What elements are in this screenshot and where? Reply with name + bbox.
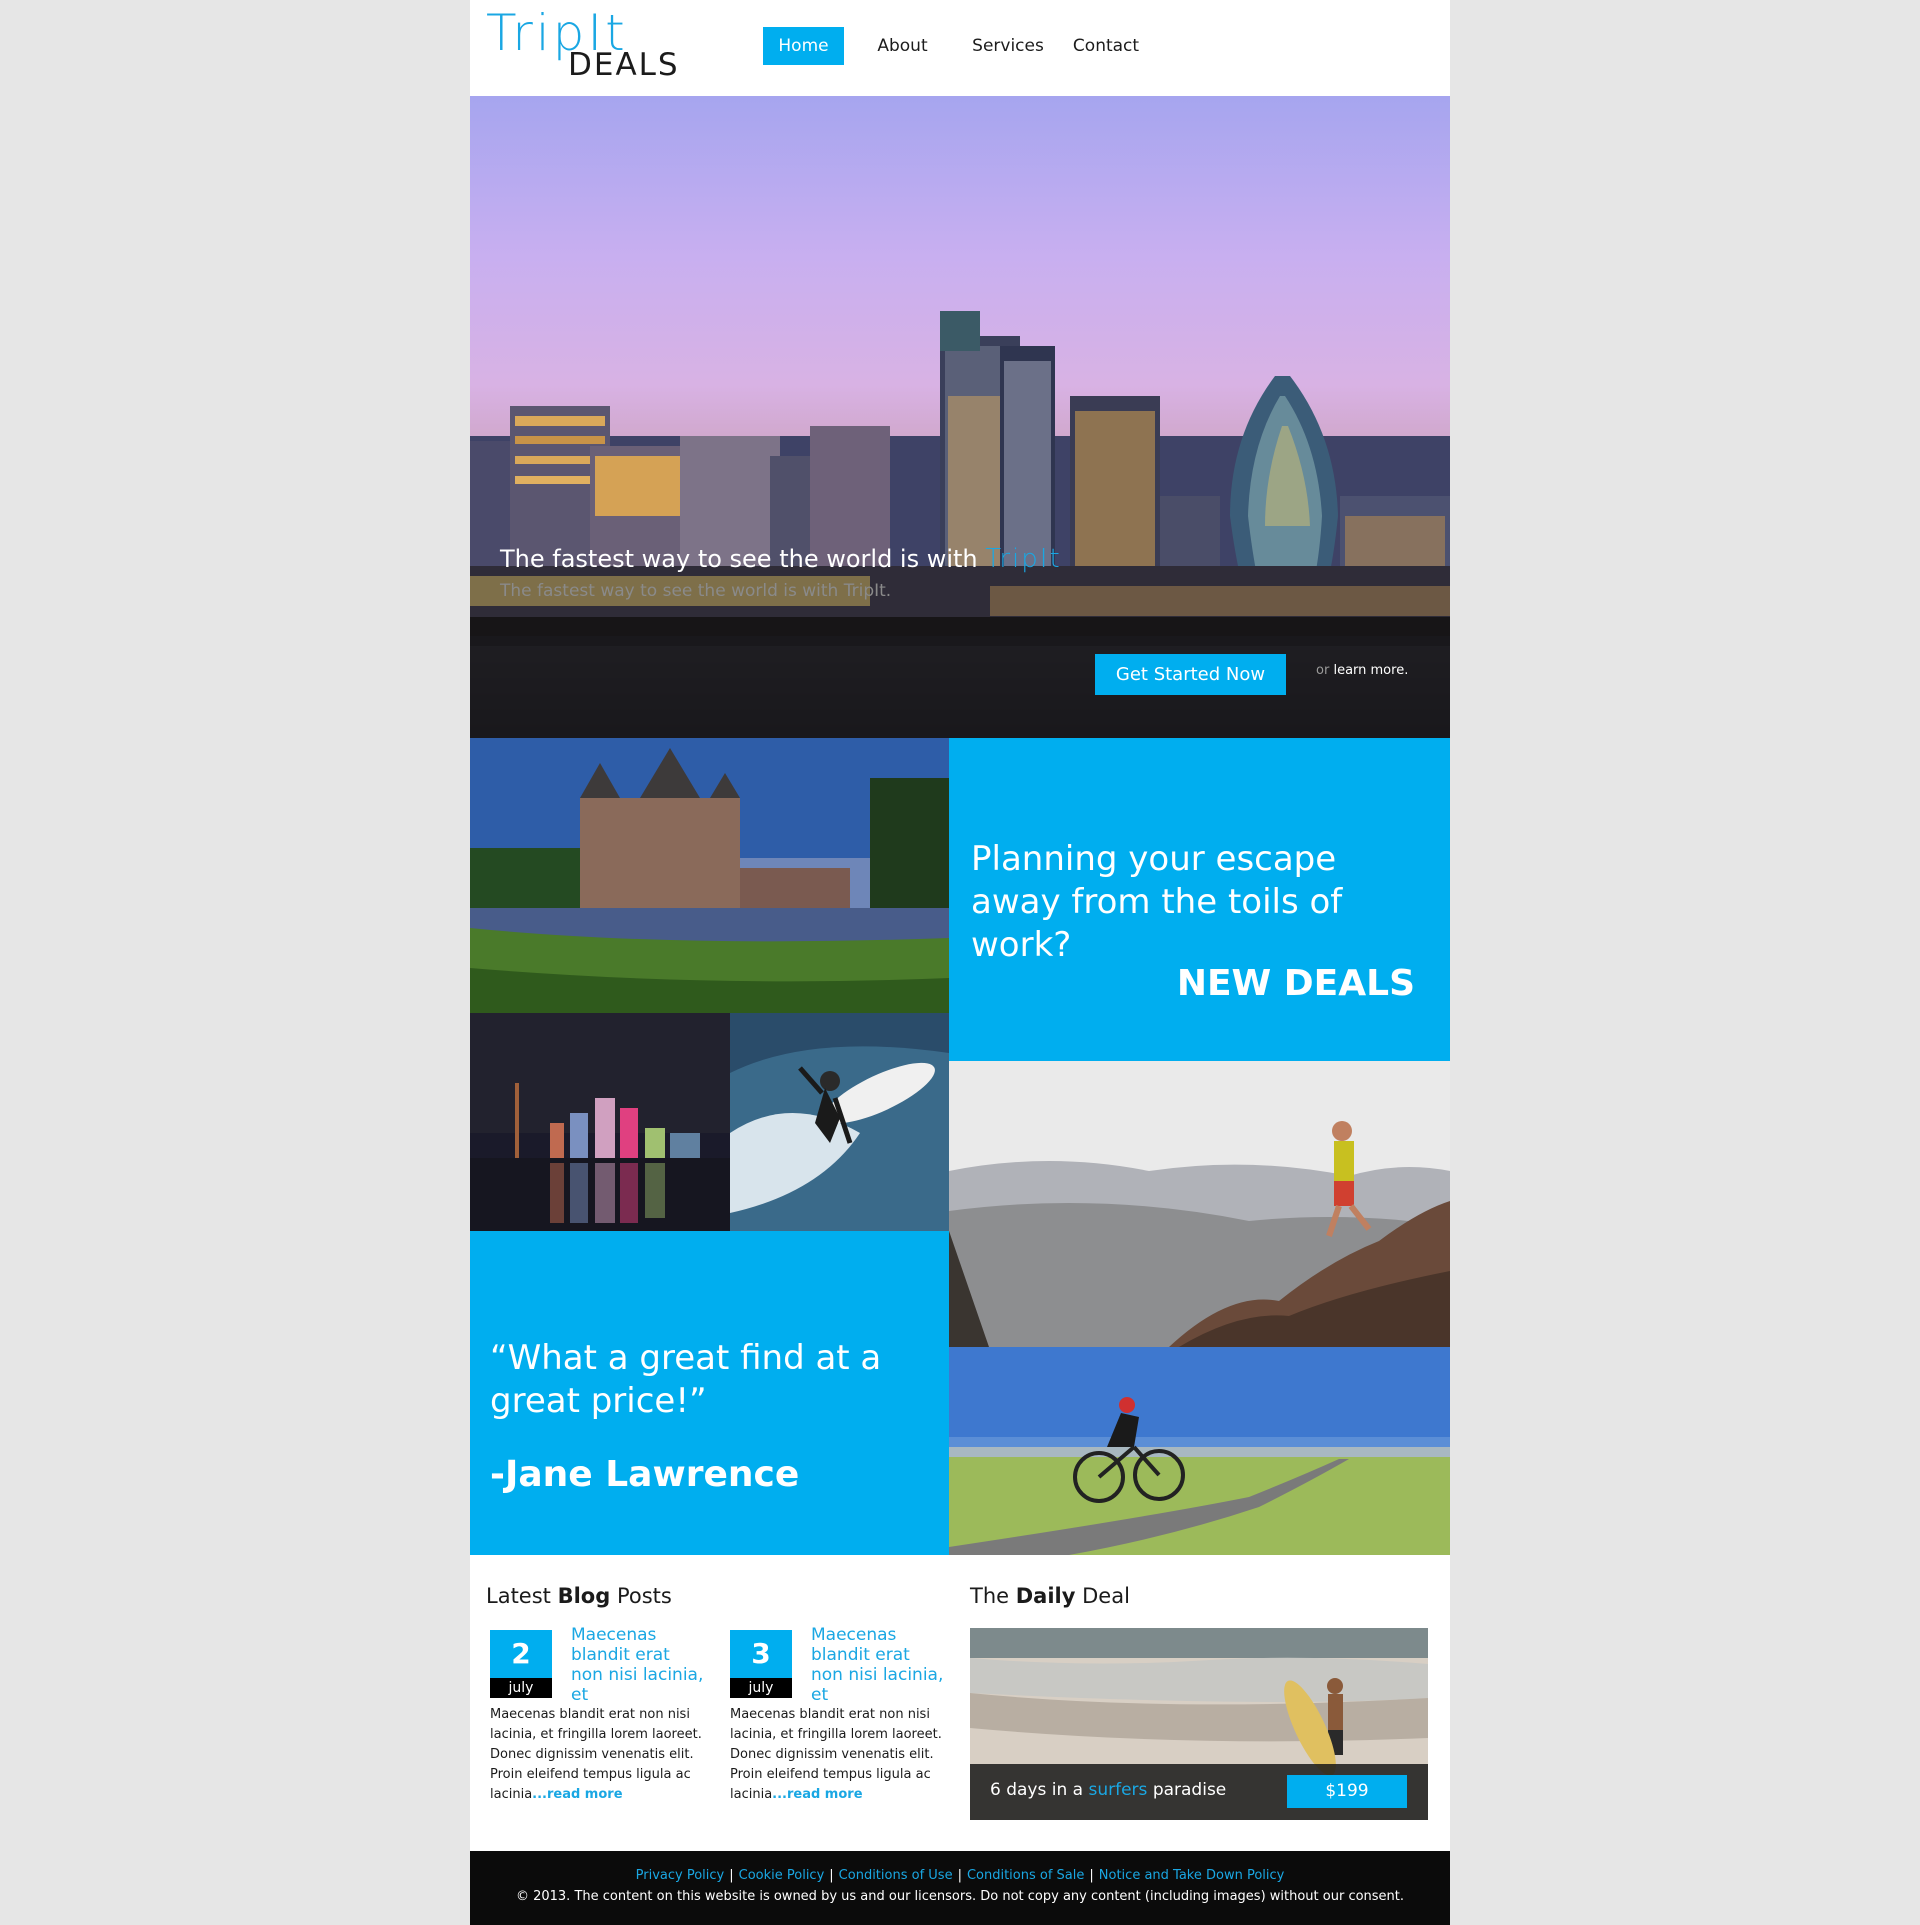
night-city-photo[interactable] [470, 1013, 730, 1231]
read-more-link[interactable]: ...read more [772, 1787, 862, 1802]
deal-description: 6 days in a surfers paradise [990, 1780, 1226, 1800]
footer-separator: | [1089, 1868, 1094, 1883]
blog-title-prefix: Latest [486, 1584, 551, 1608]
new-deals-promo[interactable]: Planning your escape away from the toils… [949, 738, 1450, 1061]
hiker-image [949, 1061, 1450, 1347]
logo-deals-text: DEALS [568, 47, 680, 83]
post-title-link[interactable]: Maecenas blandit erat non nisi lacinia, … [811, 1625, 946, 1705]
post-excerpt: Maecenas blandit erat non nisi lacinia, … [730, 1705, 945, 1805]
surfer-photo[interactable] [730, 1013, 949, 1231]
cyclist-photo[interactable] [949, 1347, 1450, 1555]
deal-title-suffix: Deal [1082, 1584, 1130, 1608]
new-deals-label[interactable]: NEW DEALS [1177, 963, 1415, 1004]
hiker-photo[interactable] [949, 1061, 1450, 1347]
tripit-deals-logo[interactable]: TripIt DEALS [486, 8, 706, 84]
blog-title-suffix: Posts [616, 1584, 672, 1608]
post-date-day: 3 [730, 1630, 792, 1678]
deal-text-prefix: 6 days in a [990, 1780, 1084, 1800]
privacy-policy-link[interactable]: Privacy Policy [636, 1868, 725, 1883]
footer-separator: | [957, 1868, 962, 1883]
testimonial-author: -Jane Lawrence [490, 1454, 800, 1495]
blog-title-bold: Blog [557, 1584, 611, 1608]
footer-separator: | [829, 1868, 834, 1883]
cyclist-image [949, 1347, 1450, 1555]
testimonial-panel: “What a great find at a great price!” -J… [470, 1231, 949, 1555]
hero-headline: The fastest way to see the world is with… [500, 544, 1062, 574]
hero-banner [470, 96, 1450, 738]
notice-takedown-link[interactable]: Notice and Take Down Policy [1099, 1868, 1285, 1883]
read-more-link[interactable]: ...read more [532, 1787, 622, 1802]
learn-more-link[interactable]: learn more. [1333, 663, 1408, 678]
conditions-of-sale-link[interactable]: Conditions of Sale [967, 1868, 1084, 1883]
post-date-month: july [490, 1678, 552, 1698]
footer-links: Privacy Policy | Cookie Policy | Conditions … [470, 1868, 1450, 1883]
daily-deal-section-title: The Daily Deal [970, 1584, 1130, 1608]
cookie-policy-link[interactable]: Cookie Policy [739, 1868, 825, 1883]
deal-title-bold: Daily [1015, 1584, 1076, 1608]
nav-services[interactable]: Services [963, 27, 1053, 65]
castle-image [470, 738, 949, 1013]
castle-photo[interactable] [470, 738, 949, 1013]
planning-headline: Planning your escape away from the toils… [971, 839, 1343, 965]
deal-caption-bar: 6 days in a surfers paradise $199 [970, 1764, 1428, 1820]
deal-price-button[interactable]: $199 [1287, 1775, 1407, 1808]
hero-subheadline: The fastest way to see the world is with… [500, 581, 892, 601]
surfer-image [730, 1013, 949, 1231]
hero-headline-text: The fastest way to see the world is with [500, 545, 978, 573]
learn-more: or learn more. [1316, 663, 1408, 678]
deal-text-suffix: paradise [1152, 1780, 1227, 1800]
site-header: TripIt DEALS Home About Services Contact [470, 0, 1450, 96]
nav-about[interactable]: About [860, 27, 945, 65]
get-started-button[interactable]: Get Started Now [1095, 654, 1286, 695]
hero-caption-bar [470, 617, 1450, 738]
blog-section-title: Latest Blog Posts [486, 1584, 672, 1608]
post-title-link[interactable]: Maecenas blandit erat non nisi lacinia, … [571, 1625, 706, 1705]
learn-more-prefix: or [1316, 663, 1330, 678]
nav-contact[interactable]: Contact [1066, 27, 1146, 65]
hero-headline-brand: TripIt [985, 544, 1062, 574]
post-date-day: 2 [490, 1630, 552, 1678]
nav-home[interactable]: Home [763, 27, 844, 65]
daily-deal-card[interactable]: 6 days in a surfers paradise $199 [970, 1628, 1428, 1820]
night-city-image [470, 1013, 730, 1231]
footer-separator: | [729, 1868, 734, 1883]
post-excerpt: Maecenas blandit erat non nisi lacinia, … [490, 1705, 705, 1805]
deal-text-highlight: surfers [1088, 1780, 1148, 1800]
post-date-month: july [730, 1678, 792, 1698]
copyright-text: © 2013. The content on this website is o… [515, 1889, 1405, 1904]
site-footer: Privacy Policy | Cookie Policy | Conditions … [470, 1851, 1450, 1925]
testimonial-quote: “What a great find at a great price!” [490, 1338, 882, 1421]
page: TripIt DEALS Home About Services Contact [470, 0, 1450, 1925]
deal-title-prefix: The [970, 1584, 1010, 1608]
conditions-of-use-link[interactable]: Conditions of Use [839, 1868, 953, 1883]
